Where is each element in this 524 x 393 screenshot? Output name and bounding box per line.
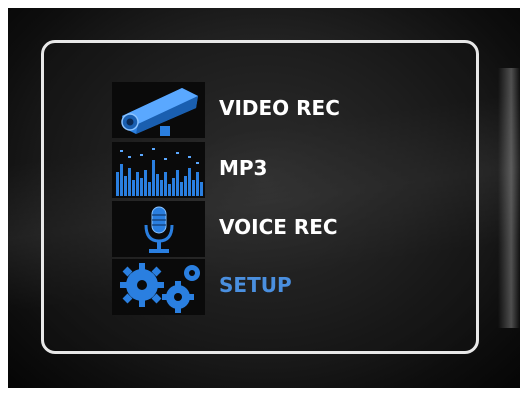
menu-item-voice-rec[interactable]: VOICE REC xyxy=(112,201,412,257)
microphone-icon xyxy=(144,206,174,253)
menu-label: VOICE REC xyxy=(219,215,338,239)
menu-label: VIDEO REC xyxy=(219,96,340,120)
equalizer-icon xyxy=(116,148,203,196)
menu-item-video-rec[interactable]: VIDEO REC xyxy=(112,82,412,138)
menu-label-selected: SETUP xyxy=(219,273,292,297)
menu-item-setup[interactable]: SETUP xyxy=(112,259,412,315)
background-glow xyxy=(498,68,520,328)
camera-icon xyxy=(121,88,198,136)
menu-item-mp3[interactable]: MP3 xyxy=(112,142,412,198)
gears-icon xyxy=(120,263,200,313)
menu-thumbnail xyxy=(112,142,205,198)
menu-thumbnail xyxy=(112,259,205,315)
menu-thumbnail xyxy=(112,201,205,257)
menu-label: MP3 xyxy=(219,156,268,180)
menu-thumbnail xyxy=(112,82,205,138)
